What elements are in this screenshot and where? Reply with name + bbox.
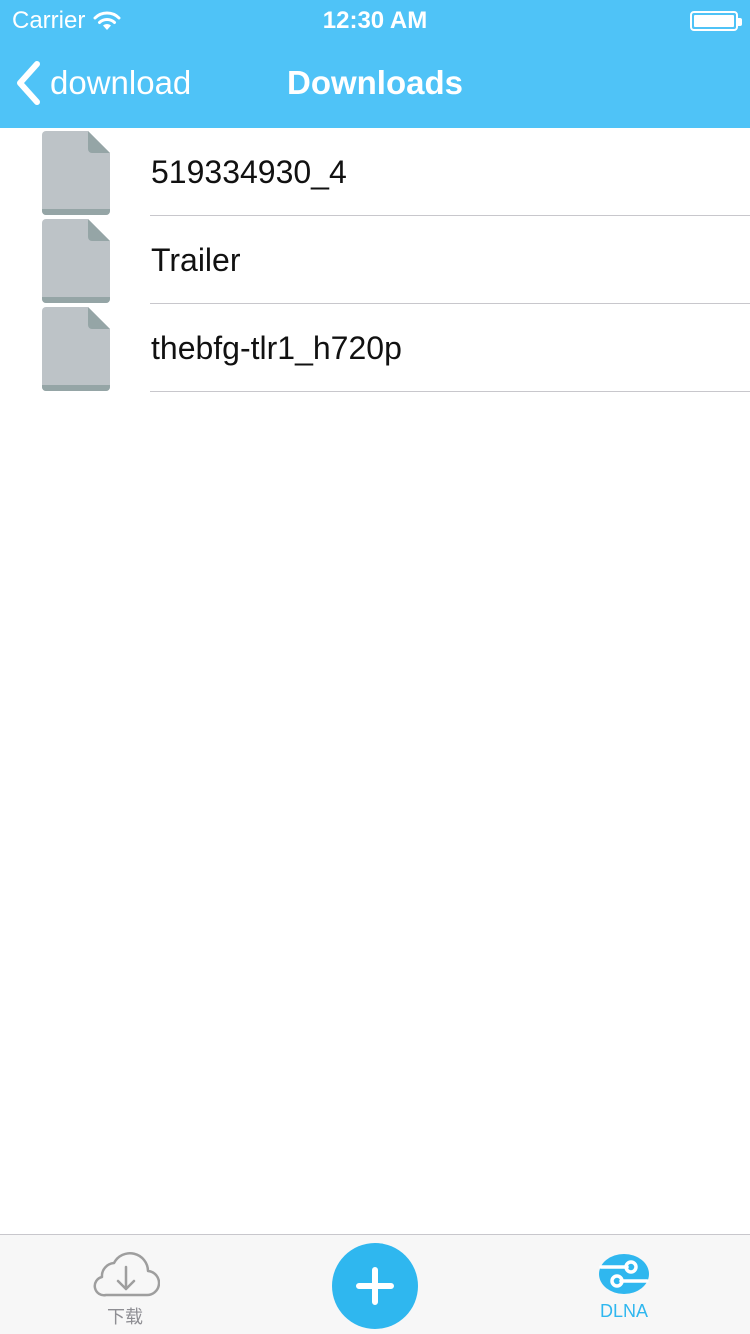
plus-icon	[356, 1267, 394, 1305]
file-icon	[42, 307, 110, 391]
status-bar: Carrier 12:30 AM	[0, 0, 750, 40]
page-title: Downloads	[286, 64, 463, 101]
cloud-download-icon	[93, 1252, 160, 1297]
file-name: Trailer	[151, 242, 241, 278]
file-name: thebfg-tlr1_h720p	[151, 330, 402, 366]
tab-dlna[interactable]: DLNA	[574, 1235, 674, 1334]
add-button[interactable]	[332, 1243, 418, 1329]
dlna-icon	[599, 1254, 649, 1294]
tab-dlna-label: DLNA	[599, 1301, 648, 1321]
tab-download-label: 下载	[107, 1307, 143, 1327]
status-time: 12:30 AM	[322, 7, 428, 34]
list-item[interactable]: 519334930_4	[0, 128, 750, 216]
top-bar: Carrier 12:30 AM download Downloads	[0, 0, 750, 128]
file-list: 519334930_4 Trailer thebfg-tlr1_h720p	[0, 128, 750, 392]
list-item[interactable]: Trailer	[0, 216, 750, 304]
row-divider	[150, 391, 750, 392]
battery-icon	[690, 11, 742, 31]
file-icon	[42, 131, 110, 215]
navigation-bar: download Downloads	[0, 40, 750, 128]
file-icon	[42, 219, 110, 303]
list-item[interactable]: thebfg-tlr1_h720p	[0, 304, 750, 392]
screen: Carrier 12:30 AM download Downloads 5193…	[0, 0, 750, 1334]
tab-bar: 下载 DLNA	[0, 1234, 750, 1334]
tab-download[interactable]: 下载	[75, 1235, 175, 1334]
file-name: 519334930_4	[151, 154, 347, 190]
